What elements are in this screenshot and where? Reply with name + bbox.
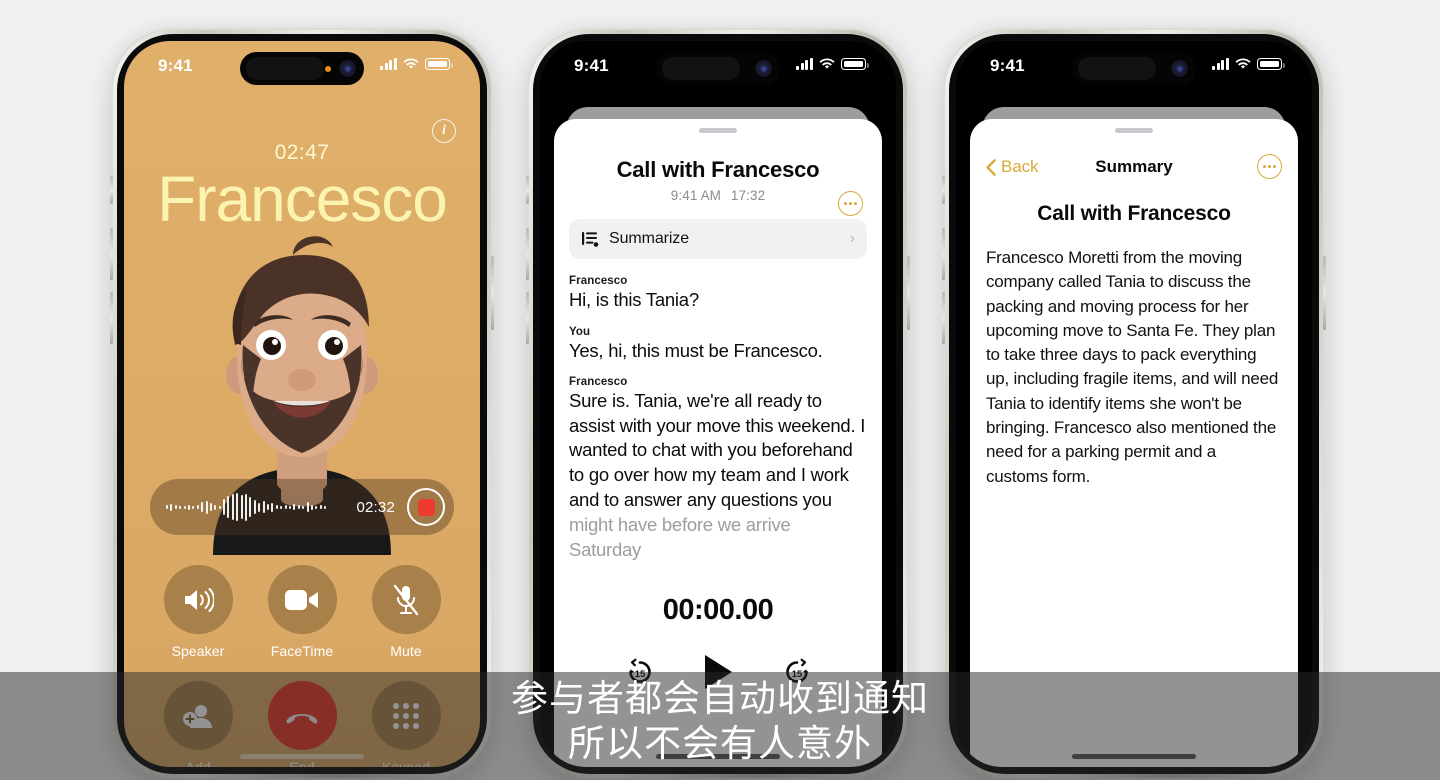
mute-label: Mute xyxy=(390,643,422,659)
speaker-name: You xyxy=(569,325,591,338)
summarize-label: Summarize xyxy=(609,230,690,247)
cellular-bars-icon xyxy=(796,58,813,70)
power-button[interactable] xyxy=(907,256,910,330)
island-pill xyxy=(662,57,740,80)
subtitle-caption: 参与者都会自动收到通知 所以不会有人意外 xyxy=(0,676,1440,766)
transcript-text: Sure is. Tania, we're all ready to assis… xyxy=(569,390,866,510)
wifi-icon xyxy=(403,58,419,70)
volume-down-button[interactable] xyxy=(526,292,529,344)
recording-bar: 02:32 xyxy=(150,479,454,535)
summary-body: Francesco Moretti from the moving compan… xyxy=(986,248,1279,486)
front-camera-icon xyxy=(339,60,356,77)
volume-up-button[interactable] xyxy=(942,228,945,280)
status-indicators xyxy=(380,58,453,70)
call-info-button[interactable]: i xyxy=(432,119,456,143)
transcript-text: Hi, is this Tania? xyxy=(569,289,699,310)
recording-indicator-dot xyxy=(325,65,331,72)
more-options-button[interactable] xyxy=(1257,154,1282,179)
speaker-label: Speaker xyxy=(171,643,225,659)
subtitle-line-1: 参与者都会自动收到通知 xyxy=(511,678,929,719)
volume-down-button[interactable] xyxy=(110,292,113,344)
transcript-entry: Francesco Sure is. Tania, we're all read… xyxy=(569,376,867,562)
recording-time: 02:32 xyxy=(356,498,395,516)
transcript-list: Francesco Hi, is this Tania? You Yes, hi… xyxy=(554,259,882,562)
microphone-muted-icon xyxy=(371,565,441,634)
dynamic-island[interactable] xyxy=(656,52,780,85)
cellular-bars-icon xyxy=(380,58,397,70)
facetime-button[interactable]: FaceTime xyxy=(267,565,337,659)
volume-up-button[interactable] xyxy=(526,228,529,280)
call-timer: 02:47 xyxy=(274,141,330,164)
chevron-right-icon: › xyxy=(849,230,855,247)
sheet-grabber-handle[interactable] xyxy=(1115,128,1153,133)
phone-2-screen: 9:41 Call with Francesco 9:41 AM 17:32 S… xyxy=(540,41,896,767)
screenshot-canvas: 9:41 i 02:47 Francesco 02:32 Speaker Fac… xyxy=(0,0,1440,780)
transcript-text-faded: might have before we arrive Saturday xyxy=(569,514,791,560)
dynamic-island[interactable] xyxy=(240,52,364,85)
summary-sheet: Back Summary Call with Francesco Frances… xyxy=(970,119,1298,767)
navigation-bar: Back Summary xyxy=(970,145,1298,189)
status-indicators xyxy=(1212,58,1285,70)
phone-1-screen: 9:41 i 02:47 Francesco 02:32 Speaker Fac… xyxy=(124,41,480,767)
status-indicators xyxy=(796,58,869,70)
phone-2-transcript: 9:41 Call with Francesco 9:41 AM 17:32 S… xyxy=(526,28,910,780)
summarize-lines-icon xyxy=(582,232,599,247)
speaker-name: Francesco xyxy=(569,275,628,287)
sheet-grabber-handle[interactable] xyxy=(699,128,737,133)
phone-3-summary: 9:41 Back Summary Call with Francesco Fr… xyxy=(942,28,1326,780)
sheet-title: Call with Francesco xyxy=(616,157,820,182)
island-pill xyxy=(246,57,324,80)
front-camera-icon xyxy=(755,60,772,77)
transcript-entry: Francesco Hi, is this Tania? xyxy=(569,275,867,313)
subtitle-line-2: 所以不会有人意外 xyxy=(568,723,872,765)
video-camera-icon xyxy=(267,565,337,634)
battery-icon xyxy=(425,58,453,70)
sheet-subtitle: 9:41 AM 17:32 xyxy=(554,188,882,203)
mute-switch-button[interactable] xyxy=(942,176,945,204)
mute-button[interactable]: Mute xyxy=(371,565,441,659)
cellular-bars-icon xyxy=(1212,58,1229,70)
audio-waveform xyxy=(166,492,356,522)
power-button[interactable] xyxy=(491,256,494,330)
mute-switch-button[interactable] xyxy=(110,176,113,204)
transcript-entry: You Yes, hi, this must be Francesco. xyxy=(569,326,867,364)
status-time: 9:41 xyxy=(158,56,193,75)
dynamic-island[interactable] xyxy=(1072,52,1196,85)
volume-down-button[interactable] xyxy=(942,292,945,344)
island-pill xyxy=(1078,57,1156,80)
wifi-icon xyxy=(819,58,835,70)
power-button[interactable] xyxy=(1323,256,1326,330)
battery-icon xyxy=(1257,58,1285,70)
speaker-icon xyxy=(163,565,233,634)
status-time: 9:41 xyxy=(574,56,609,75)
facetime-label: FaceTime xyxy=(270,643,334,659)
speaker-button[interactable]: Speaker xyxy=(163,565,233,659)
phone-1-call-screen: 9:41 i 02:47 Francesco 02:32 Speaker Fac… xyxy=(110,28,494,780)
stop-recording-button[interactable] xyxy=(407,488,445,526)
front-camera-icon xyxy=(1171,60,1188,77)
status-time: 9:41 xyxy=(990,56,1025,75)
transcript-text: Yes, hi, this must be Francesco. xyxy=(569,339,823,361)
wifi-icon xyxy=(1235,58,1251,70)
player-elapsed-time: 00:00.00 xyxy=(662,594,774,626)
sheet-duration: 17:32 xyxy=(730,188,766,203)
mute-switch-button[interactable] xyxy=(526,176,529,204)
sheet-time: 9:41 AM xyxy=(670,188,722,203)
more-options-button[interactable] xyxy=(838,191,863,216)
summary-title: Call with Francesco xyxy=(1037,202,1231,225)
phone-3-screen: 9:41 Back Summary Call with Francesco Fr… xyxy=(956,41,1312,767)
battery-icon xyxy=(841,58,869,70)
volume-up-button[interactable] xyxy=(110,228,113,280)
speaker-name: Francesco xyxy=(569,376,628,389)
transcript-sheet: Call with Francesco 9:41 AM 17:32 Summar… xyxy=(554,119,882,767)
page-title: Summary xyxy=(1095,157,1173,176)
summarize-row[interactable]: Summarize › xyxy=(569,219,867,259)
